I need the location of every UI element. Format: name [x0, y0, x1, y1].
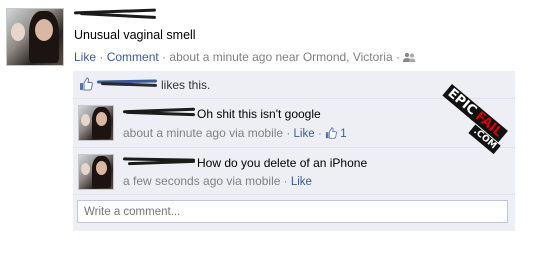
comment-timestamp[interactable]: about a minute ago via mobile: [123, 126, 283, 140]
commenter-avatar[interactable]: [78, 105, 114, 141]
comment-text: Oh shit this isn't google: [197, 107, 321, 121]
comment-timestamp[interactable]: a few seconds ago via mobile: [123, 174, 280, 188]
separator: ·: [286, 126, 291, 140]
write-comment-input[interactable]: [77, 200, 508, 223]
comment-like-count[interactable]: 1: [340, 128, 346, 140]
separator: ·: [396, 50, 400, 64]
poster-avatar[interactable]: [6, 8, 64, 66]
separator: ·: [99, 50, 104, 64]
comment-text: How do you delete of an iPhone: [197, 156, 368, 170]
post-like-link[interactable]: Like: [74, 50, 96, 64]
redacted-poster-name: [73, 8, 157, 19]
thumbs-up-icon: [79, 77, 93, 94]
comment-like-link[interactable]: Like: [291, 176, 312, 188]
separator: ·: [317, 126, 322, 140]
post-meta-row: Like · Comment · about a minute ago near…: [74, 50, 416, 66]
separator: ·: [283, 174, 288, 188]
commenter-avatar[interactable]: [78, 154, 114, 190]
separator: ·: [162, 50, 167, 64]
comment-like-link[interactable]: Like: [294, 128, 315, 140]
thumbs-up-icon[interactable]: [325, 127, 337, 142]
post-text: Unusual vaginal smell: [74, 28, 196, 42]
friends-icon[interactable]: [403, 52, 416, 66]
redacted-commenter-name[interactable]: [122, 157, 196, 166]
post-timestamp[interactable]: about a minute ago near Ormond, Victoria: [169, 50, 392, 64]
redacted-commenter-name[interactable]: [122, 107, 196, 117]
post-comment-link[interactable]: Comment: [107, 50, 159, 64]
comment-meta-row: about a minute ago via mobile · Like · 1: [123, 126, 347, 142]
likes-text: likes this.: [161, 78, 211, 92]
redacted-liker-name[interactable]: [96, 79, 158, 88]
comment-meta-row: a few seconds ago via mobile · Like: [123, 174, 312, 188]
